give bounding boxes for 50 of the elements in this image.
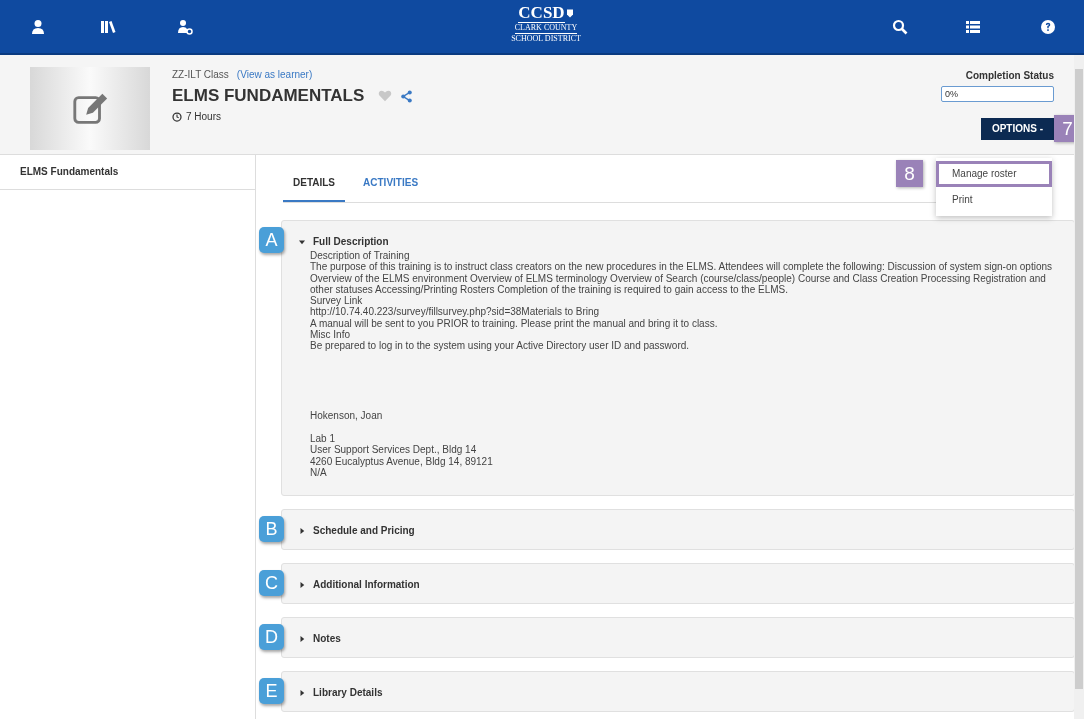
class-type: ZZ-ILT Class bbox=[172, 69, 229, 80]
description-text: The purpose of this training is to instruct class creators on the new procedures in the ELMS. Attendees will complete the following: Discussion of system sign-on options Overview of the ELMS environment Overview of ELMS terminology Overview of Search (course/class/people) Course and Class Creation Processing Registration and other statuses Accessing/Printing Rosters Completion of the training is required to gain access to the ELMS. bbox=[310, 261, 1054, 296]
description-text: Misc Info bbox=[310, 329, 351, 341]
description-text: Description of Training bbox=[310, 250, 410, 262]
sidebar-item[interactable]: ELMS Fundamentals bbox=[0, 155, 255, 190]
description-text: User Support Services Dept., Bldg 14 bbox=[310, 444, 478, 456]
menu-item[interactable]: Manage roster bbox=[936, 161, 1052, 187]
person-gear-icon[interactable] bbox=[177, 19, 193, 35]
callout-badge: C bbox=[259, 570, 284, 596]
completion-status-field: 0% bbox=[941, 86, 1054, 102]
completion-status-label: Completion Status bbox=[965, 70, 1054, 81]
books-icon[interactable] bbox=[100, 19, 116, 35]
clock-icon bbox=[172, 111, 182, 122]
description-text: Be prepared to log in to the system using your Active Directory user ID and password. bbox=[310, 340, 691, 352]
section-title[interactable]: Notes bbox=[313, 633, 341, 644]
scrollbar[interactable] bbox=[1074, 55, 1084, 719]
callout-badge: 8 bbox=[896, 160, 923, 187]
caret-icon[interactable] bbox=[299, 635, 305, 642]
section-title[interactable]: Schedule and Pricing bbox=[313, 525, 415, 536]
duration: 7 Hours bbox=[186, 111, 221, 122]
tab[interactable]: ACTIVITIES bbox=[353, 177, 429, 202]
description-text: N/A bbox=[310, 466, 328, 479]
search-icon[interactable] bbox=[892, 19, 908, 35]
caret-icon[interactable] bbox=[299, 238, 305, 245]
description-text: Survey Link bbox=[310, 295, 363, 307]
section-title[interactable]: Library Details bbox=[313, 687, 383, 698]
callout-badge: D bbox=[259, 624, 284, 650]
section-title[interactable]: Additional Information bbox=[313, 579, 420, 590]
description-text: Lab 1 bbox=[310, 432, 337, 445]
description-text: Hokenson, Joan bbox=[310, 409, 384, 421]
person-icon[interactable] bbox=[30, 19, 46, 35]
help-icon[interactable] bbox=[1040, 19, 1056, 35]
caret-icon[interactable] bbox=[299, 689, 305, 696]
callout-badge: E bbox=[259, 678, 284, 704]
caret-icon[interactable] bbox=[299, 527, 305, 534]
tab[interactable]: DETAILS bbox=[283, 177, 346, 202]
course-title: ELMS FUNDAMENTALS bbox=[172, 86, 365, 106]
list-icon[interactable] bbox=[965, 19, 981, 35]
district-logo[interactable]: CCSD CLARK COUNTY SCHOOL DISTRICT bbox=[496, 4, 596, 44]
callout-badge: A bbox=[259, 227, 284, 253]
section-title[interactable]: Full Description bbox=[313, 236, 389, 247]
caret-icon[interactable] bbox=[299, 581, 305, 588]
description-text: 4260 Eucalyptus Avenue, Bldg 14, 89121 bbox=[310, 455, 494, 467]
callout-badge: B bbox=[259, 516, 284, 542]
options-button[interactable]: OPTIONS - bbox=[980, 117, 1054, 140]
description-text: A manual will be sent to you PRIOR to training. Please print the manual and bring it to class. bbox=[310, 317, 719, 330]
view-as-learner-link[interactable]: (View as learner) bbox=[236, 69, 313, 80]
description-text: http://10.74.40.223/survey/fillsurvey.php?sid=38Materials to Bring bbox=[310, 306, 601, 318]
menu-item[interactable]: Print bbox=[936, 187, 1052, 213]
share-icon[interactable] bbox=[400, 89, 414, 103]
